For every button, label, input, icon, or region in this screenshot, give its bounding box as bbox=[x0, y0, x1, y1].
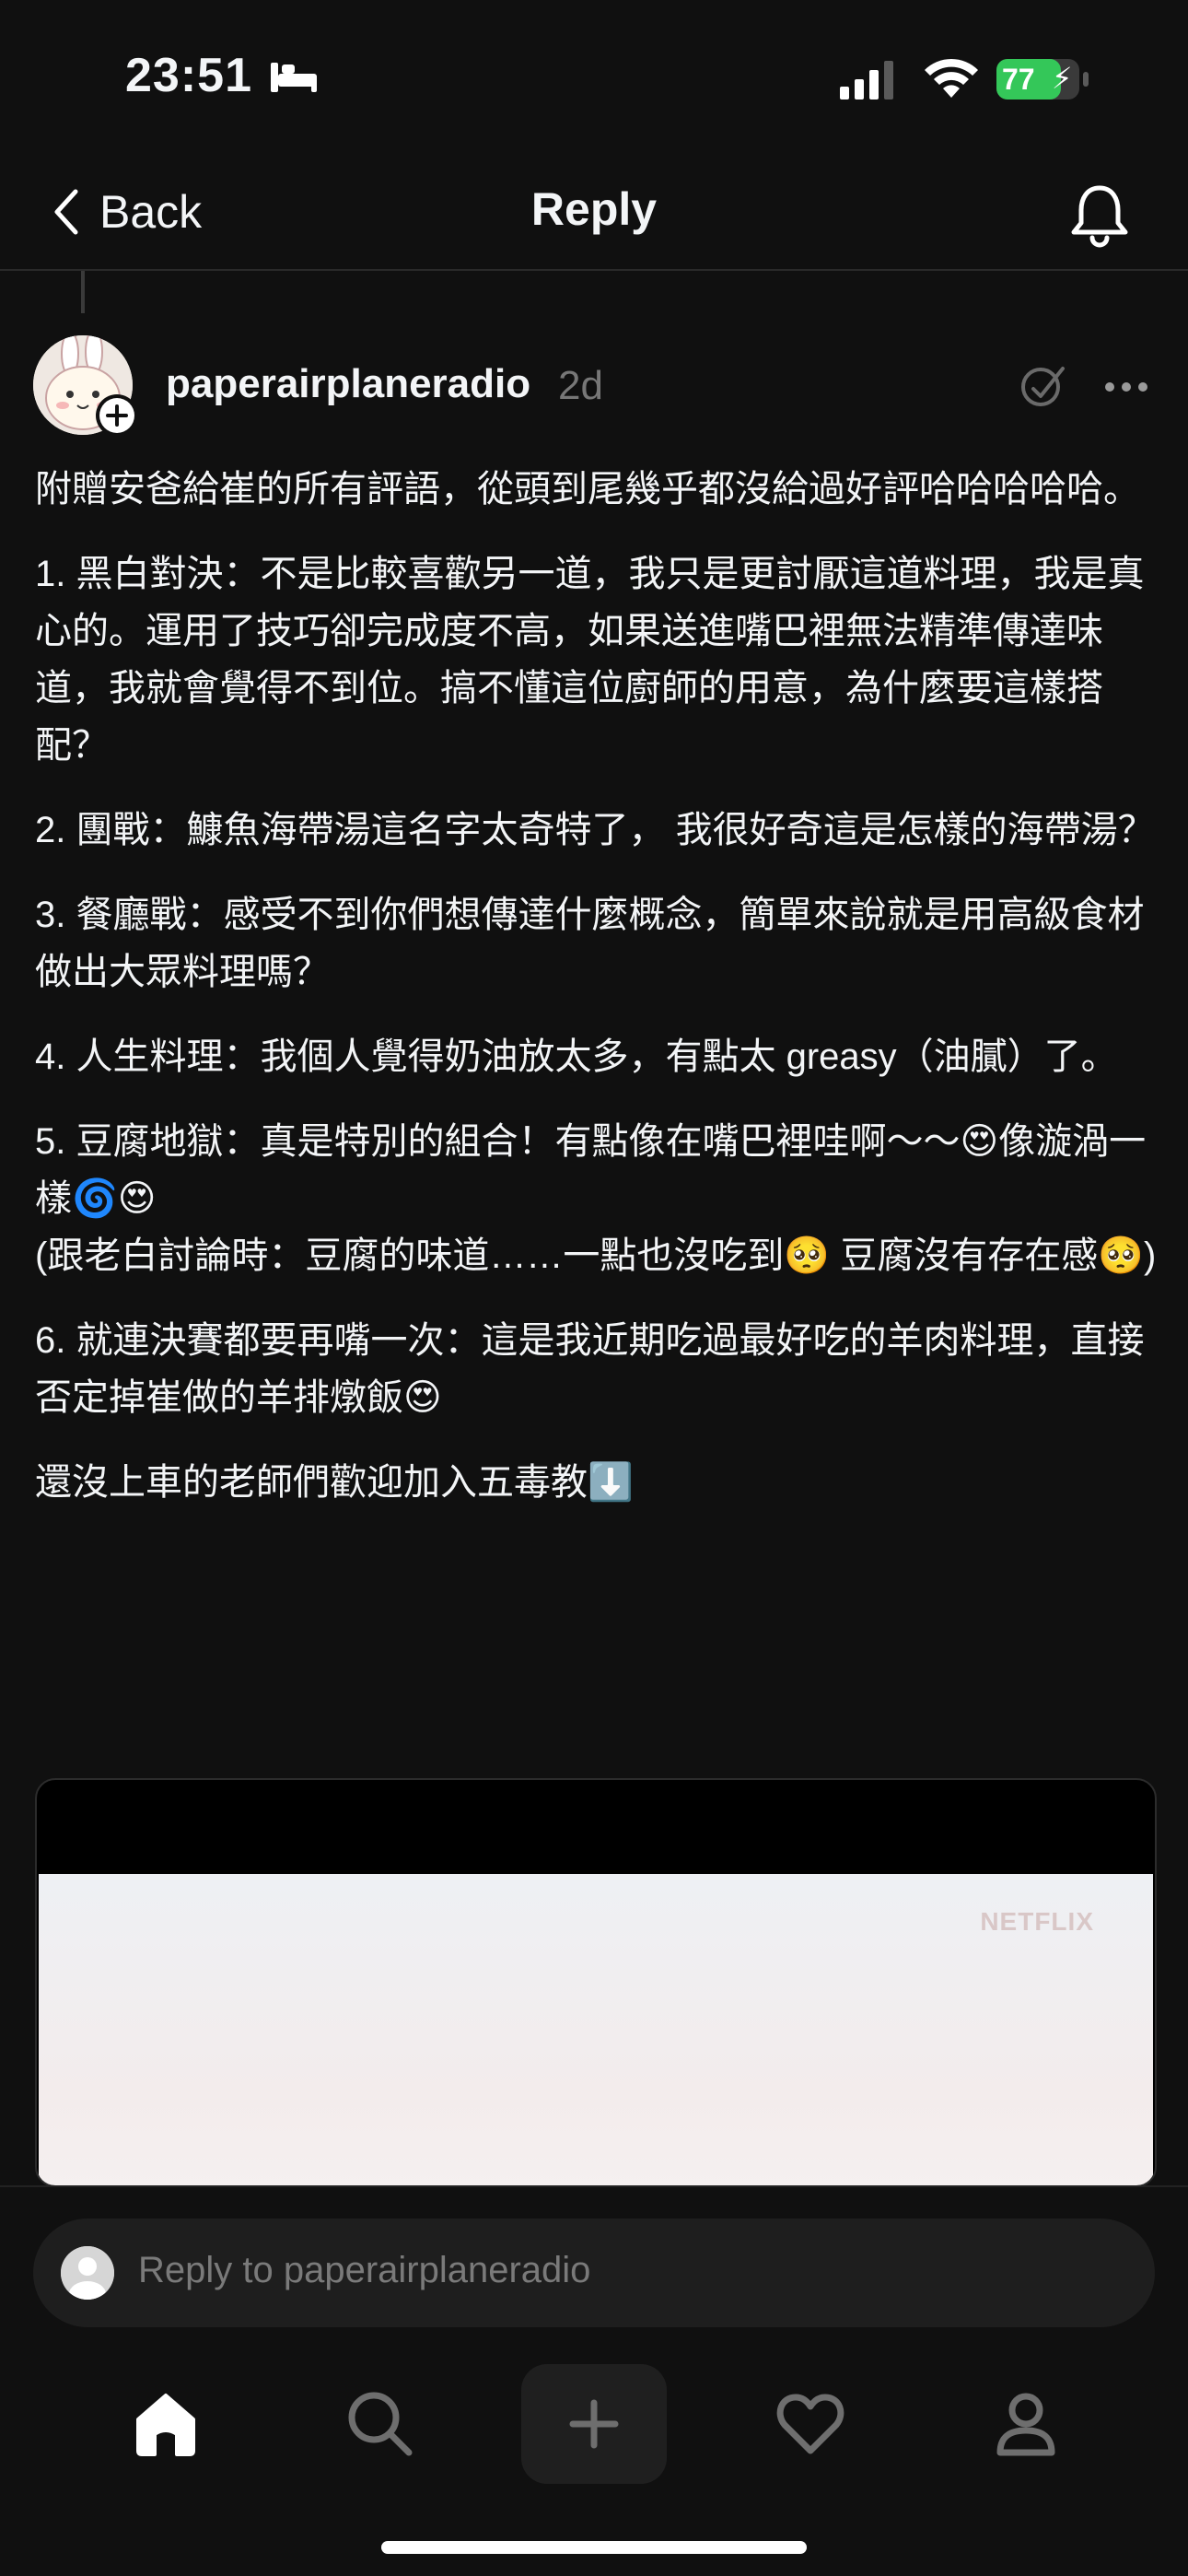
post-age: 2d bbox=[558, 363, 603, 408]
battery-icon: 77 ⚡ bbox=[996, 59, 1079, 100]
new-post-button[interactable] bbox=[521, 2364, 667, 2484]
header-divider bbox=[0, 269, 1188, 271]
post-paragraph: 6. 就連決賽都要再嘴一次：這是我近期吃過最好吃的羊肉料理，直接否定掉崔做的羊排… bbox=[35, 1320, 1145, 1418]
video-player[interactable]: NETFLIX bbox=[35, 1778, 1157, 2187]
search-icon[interactable] bbox=[343, 2386, 416, 2460]
follow-button[interactable] bbox=[96, 394, 138, 437]
username[interactable]: paperairplaneradio bbox=[166, 361, 530, 407]
plus-icon bbox=[569, 2399, 619, 2449]
post-paragraph: 3. 餐廳戰：感受不到你們想傳達什麼概念，簡單來說就是用高級食材做出大眾料理嗎？ bbox=[35, 895, 1145, 992]
post-body: 附贈安爸給崔的所有評語，從頭到尾幾乎都沒給過好評哈哈哈哈哈。 1. 黑白對決：不… bbox=[35, 461, 1159, 1539]
reply-placeholder[interactable]: Reply to paperairplaneradio bbox=[138, 2250, 590, 2291]
status-time: 23:51 bbox=[125, 49, 252, 102]
cellular-signal-icon bbox=[840, 61, 893, 100]
post-paragraph: 附贈安爸給崔的所有評語，從頭到尾幾乎都沒給過好評哈哈哈哈哈。 bbox=[35, 469, 1140, 509]
plus-circle-icon bbox=[99, 398, 134, 433]
battery-level: 77 bbox=[1002, 63, 1035, 96]
home-indicator bbox=[381, 2541, 807, 2554]
sleep-focus-icon bbox=[271, 63, 317, 92]
heart-icon[interactable] bbox=[774, 2386, 847, 2460]
post-paragraph: 4. 人生料理：我個人覺得奶油放太多，有點太 greasy（油膩）了。 bbox=[35, 1036, 1118, 1077]
more-options-icon[interactable] bbox=[1101, 363, 1151, 413]
bell-icon[interactable] bbox=[1063, 177, 1136, 251]
profile-icon[interactable] bbox=[989, 2386, 1063, 2460]
video-watermark: NETFLIX bbox=[980, 1907, 1094, 1936]
post-paragraph: 2. 團戰：鱇魚海帶湯這名字太奇特了， 我很好奇這是怎樣的海帶湯？ bbox=[35, 810, 1155, 850]
page-title: Reply bbox=[530, 183, 658, 235]
home-icon[interactable] bbox=[129, 2386, 203, 2460]
video-frame: NETFLIX bbox=[39, 1874, 1153, 2185]
default-avatar-icon bbox=[61, 2246, 114, 2300]
battery-cap bbox=[1083, 72, 1089, 87]
post-paragraph: 還沒上車的老師們歡迎加入五毒教⬇️ bbox=[35, 1462, 634, 1503]
reply-avatar bbox=[61, 2246, 114, 2300]
translate-icon[interactable] bbox=[1019, 361, 1068, 411]
thread-line bbox=[81, 271, 85, 313]
wifi-icon bbox=[925, 58, 978, 98]
post-paragraph: 5. 豆腐地獄：真是特別的組合！有點像在嘴巴裡哇啊～～😍像漩渦一樣🌀😍 (跟老白… bbox=[35, 1121, 1157, 1276]
post-paragraph: 1. 黑白對決：不是比較喜歡另一道，我只是更討厭這道料理，我是真心的。運用了技巧… bbox=[35, 554, 1145, 766]
reply-divider bbox=[0, 2185, 1188, 2187]
